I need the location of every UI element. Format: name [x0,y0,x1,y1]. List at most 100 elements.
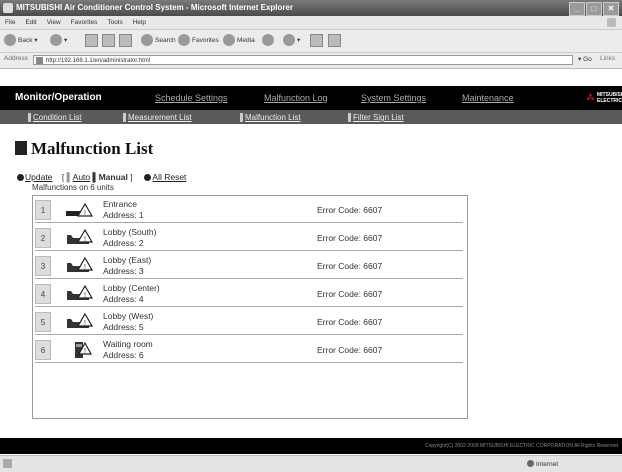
subnav-measurement-list[interactable]: Measurement List [123,113,192,122]
go-label: Go [583,56,592,63]
list-item[interactable]: 2 ! Lobby (South) Address: 2 Error Code:… [35,226,463,251]
stop-button[interactable] [85,34,98,48]
go-button[interactable]: ▾ Go [578,55,592,63]
nav-maintenance[interactable]: Maintenance [462,93,514,103]
search-button[interactable]: Search [141,34,176,48]
refresh-icon [102,34,115,47]
media-button[interactable]: Media [223,34,255,48]
window-title: MITSUBISHI Air Conditioner Control Syste… [16,3,294,12]
search-icon [141,34,153,47]
favorites-button[interactable]: Favorites [178,34,219,48]
forward-arrow-icon [50,34,62,47]
list-item[interactable]: 5 ! Lobby (West) Address: 5 Error Code: … [35,310,463,335]
minimize-button[interactable]: _ [569,2,585,16]
floor-unit-warning-icon: ! [75,341,93,358]
window-titlebar: MITSUBISHI Air Conditioner Control Syste… [0,0,622,16]
star-icon [178,34,190,47]
svg-text:!: ! [84,292,86,299]
row-number: 2 [35,228,51,248]
bullet-icon [17,174,24,181]
globe-icon [527,460,534,467]
edit-button[interactable] [328,34,341,48]
windows-flag-icon [607,18,616,27]
url-input[interactable]: http://192.168.1.1/en/administrator.html [33,55,573,65]
row-number: 6 [35,340,51,360]
subnav-filter-sign-list[interactable]: Filter Sign List [348,113,404,122]
menu-file[interactable]: File [0,16,20,29]
unit-name: Lobby (Center) [103,283,160,293]
search-label: Search [155,37,176,44]
forward-button[interactable]: ▾ [50,34,67,48]
row-number: 4 [35,284,51,304]
mail-button[interactable]: ▾ [283,34,300,48]
list-item[interactable]: 3 ! Lobby (East) Address: 3 Error Code: … [35,254,463,279]
address-bar: Address http://192.168.1.1/en/administra… [0,53,622,69]
refresh-button[interactable] [102,34,115,48]
nav-monitor-operation[interactable]: Monitor/Operation [15,92,102,103]
auto-link[interactable]: Auto [73,172,91,182]
error-code: Error Code: 6607 [317,345,383,355]
menu-tools[interactable]: Tools [102,16,127,29]
unit-address: Address: 2 [103,238,144,248]
mitsubishi-logo: MITSUBISHI ELECTRIC [586,90,622,106]
list-item[interactable]: 4 ! Lobby (Center) Address: 4 Error Code… [35,282,463,307]
row-number: 3 [35,256,51,276]
history-button[interactable] [262,34,276,48]
history-icon [262,34,274,47]
nav-malfunction-log[interactable]: Malfunction Log [264,93,328,103]
all-reset-link[interactable]: All Reset [152,172,186,182]
unit-name: Lobby (South) [103,227,157,237]
maximize-button[interactable]: □ [586,2,602,16]
error-code: Error Code: 6607 [317,205,383,215]
wall-unit-warning-icon: ! [66,202,94,217]
zone-label: Internet [536,461,559,468]
media-label: Media [237,37,255,44]
unit-name: Entrance [103,199,138,209]
title-marker-icon [15,141,27,155]
ceiling-unit-warning-icon: ! [67,257,94,272]
bracket-close: ] [130,172,133,182]
close-button[interactable]: ✕ [603,2,619,16]
home-button[interactable] [119,34,132,48]
window-controls: _ □ ✕ [569,2,619,16]
back-arrow-icon [4,34,16,47]
manual-mode: Manual [98,172,128,182]
unit-name: Lobby (East) [103,255,152,265]
unit-address: Address: 4 [103,294,144,304]
print-icon [310,34,323,47]
row-number: 1 [35,200,51,220]
sub-nav: Condition List Measurement List Malfunct… [0,110,622,124]
three-diamonds-icon [586,93,595,100]
nav-system-settings[interactable]: System Settings [361,93,426,103]
malfunction-list: 1 ! Entrance Address: 1 Error Code: 6607… [32,195,468,419]
logo-text: MITSUBISHI ELECTRIC [597,92,622,104]
page-title: Malfunction List [15,139,153,159]
subnav-condition-list[interactable]: Condition List [27,113,81,122]
svg-text:!: ! [84,320,86,327]
menu-view[interactable]: View [42,16,66,29]
ie-app-icon [3,3,13,13]
malfunction-summary: Malfunctions on 6 units [32,183,114,192]
ceiling-unit-warning-icon: ! [67,285,94,300]
browser-statusbar: Internet [0,455,622,472]
links-button[interactable]: Links [600,55,615,62]
bullet-icon [144,174,152,181]
menu-help[interactable]: Help [128,16,151,29]
menu-favorites[interactable]: Favorites [66,16,103,29]
unit-address: Address: 6 [103,350,144,360]
print-button[interactable] [310,34,323,48]
bracket-open: [ [61,172,65,182]
svg-text:!: ! [84,264,86,271]
back-button[interactable]: Back ▾ [4,34,38,48]
list-item[interactable]: 6 ! Waiting room Address: 6 Error Code: … [35,338,463,363]
update-link[interactable]: Update [25,172,52,182]
nav-schedule-settings[interactable]: Schedule Settings [155,93,228,103]
menu-edit[interactable]: Edit [20,16,41,29]
svg-text:!: ! [84,348,86,355]
subnav-malfunction-list[interactable]: Malfunction List [240,113,301,122]
ceiling-unit-warning-icon: ! [67,313,94,328]
stop-icon [85,34,98,47]
page-done-icon [3,459,12,468]
page-title-text: Malfunction List [31,139,154,158]
list-item[interactable]: 1 ! Entrance Address: 1 Error Code: 6607 [35,198,463,223]
